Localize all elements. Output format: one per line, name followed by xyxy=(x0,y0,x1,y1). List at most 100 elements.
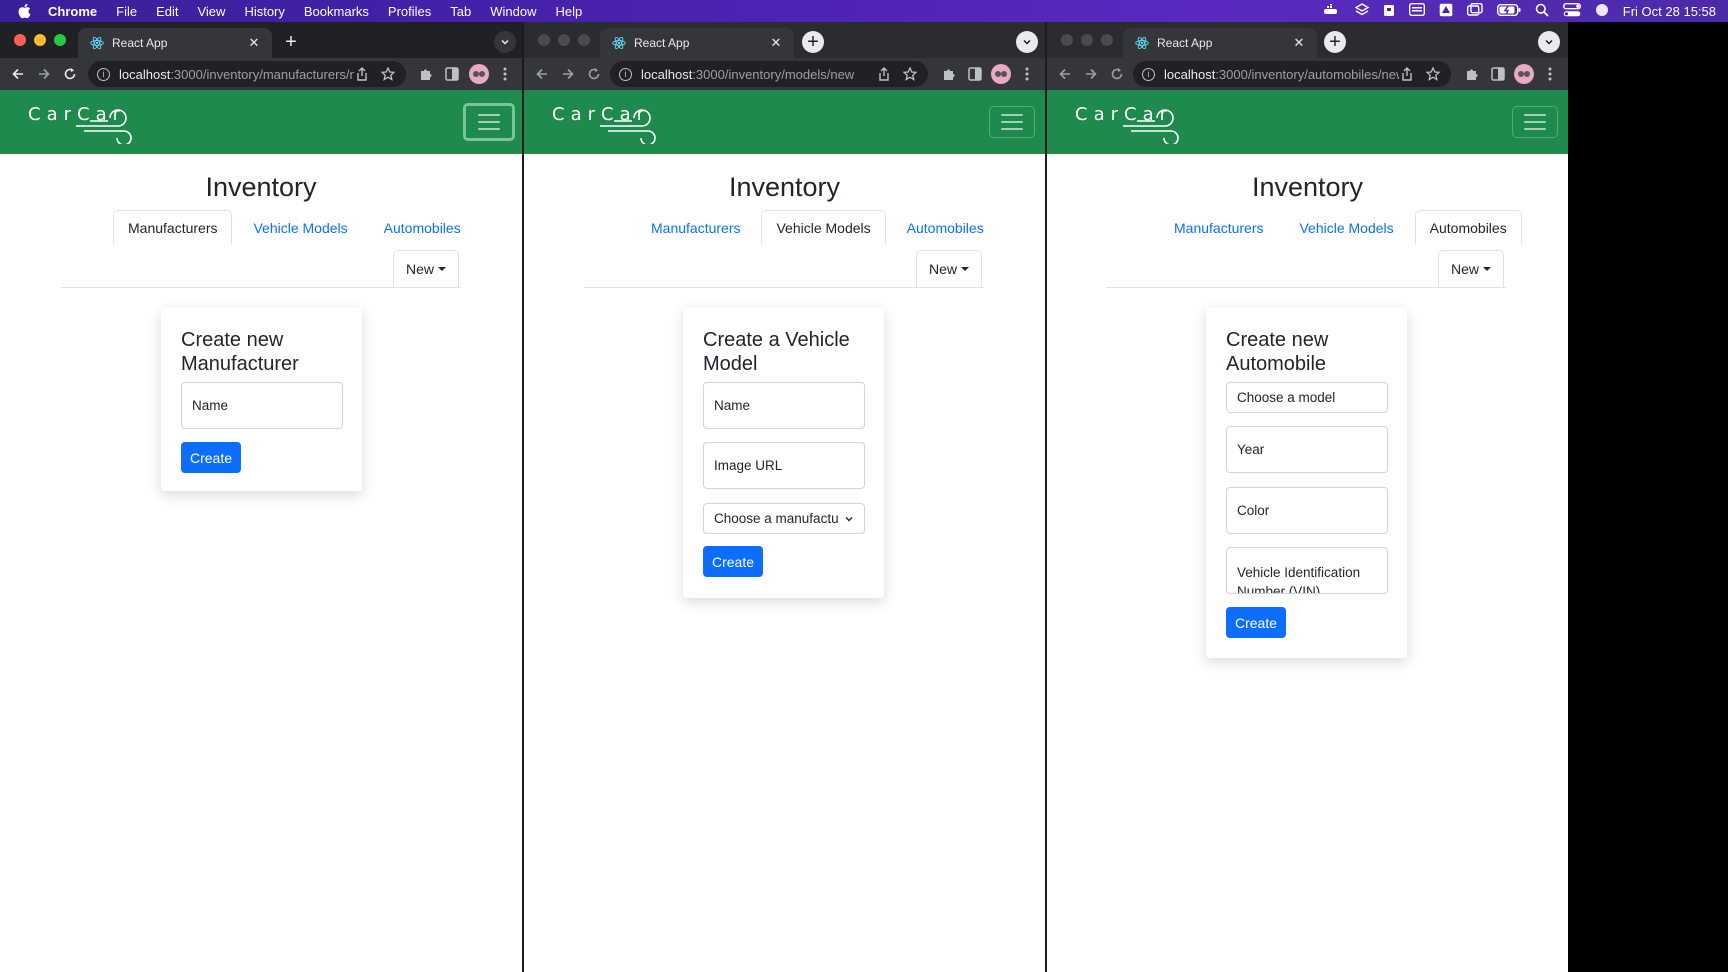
menu-app-chrome[interactable]: Chrome xyxy=(48,4,97,19)
menu-window[interactable]: Window xyxy=(490,4,536,19)
siri-icon[interactable] xyxy=(1595,3,1609,20)
close-tab-icon[interactable]: ✕ xyxy=(768,35,784,51)
chrome-menu-icon[interactable] xyxy=(1542,66,1558,82)
tab-automobiles[interactable]: Automobiles xyxy=(1414,210,1522,245)
profile-avatar[interactable] xyxy=(991,64,1011,84)
reload-icon[interactable] xyxy=(1109,66,1125,82)
create-button[interactable]: Create xyxy=(703,546,763,577)
navbar-toggler-button[interactable] xyxy=(989,106,1035,138)
back-arrow-icon[interactable] xyxy=(534,66,550,82)
side-panel-icon[interactable] xyxy=(967,66,983,82)
new-dropdown-button[interactable]: New xyxy=(916,250,982,287)
url-text[interactable]: localhost:3000/inventory/models/new xyxy=(641,67,876,82)
image-url-input[interactable]: Image URL xyxy=(703,442,865,489)
menu-tab[interactable]: Tab xyxy=(450,4,471,19)
layers-icon[interactable] xyxy=(1354,2,1370,20)
tab-manufacturers[interactable]: Manufacturers xyxy=(1159,210,1278,245)
carcar-logo[interactable]: CarCar xyxy=(1075,100,1185,144)
url-text[interactable]: localhost:3000/inventory/manufacturers/n… xyxy=(119,67,354,82)
side-panel-icon[interactable] xyxy=(444,66,460,82)
menu-bookmarks[interactable]: Bookmarks xyxy=(304,4,369,19)
address-bar[interactable]: i localhost:3000/inventory/models/new xyxy=(610,61,928,87)
chrome-menu-icon[interactable] xyxy=(497,66,513,82)
tab-search-button[interactable] xyxy=(1538,31,1560,53)
bookmark-star-icon[interactable] xyxy=(1425,66,1441,82)
back-arrow-icon[interactable] xyxy=(1057,66,1073,82)
tab-automobiles[interactable]: Automobiles xyxy=(369,210,476,245)
menu-profiles[interactable]: Profiles xyxy=(388,4,431,19)
spotlight-search-icon[interactable] xyxy=(1535,3,1549,20)
close-tab-icon[interactable]: ✕ xyxy=(1291,35,1307,51)
browser-tab[interactable]: React App ✕ xyxy=(78,28,272,58)
control-center-icon[interactable] xyxy=(1562,2,1581,20)
tab-vehicle-models[interactable]: Vehicle Models xyxy=(1284,210,1408,245)
close-window-button[interactable] xyxy=(538,34,550,46)
side-panel-icon[interactable] xyxy=(1490,66,1506,82)
clipboard-icon[interactable] xyxy=(1383,3,1395,20)
tab-vehicle-models[interactable]: Vehicle Models xyxy=(761,210,886,245)
zoom-window-button[interactable] xyxy=(1101,34,1113,46)
mirroring-icon[interactable] xyxy=(1466,2,1483,19)
manufacturer-select[interactable]: Choose a manufactu xyxy=(703,503,865,534)
vin-input[interactable]: Vehicle Identification Number (VIN) xyxy=(1226,547,1388,594)
close-window-button[interactable] xyxy=(1061,34,1073,46)
browser-tab[interactable]: React App ✕ xyxy=(600,28,794,58)
create-button[interactable]: Create xyxy=(181,442,241,473)
tab-manufacturers[interactable]: Manufacturers xyxy=(113,210,233,245)
share-icon[interactable] xyxy=(876,66,892,82)
chrome-menu-icon[interactable] xyxy=(1019,66,1035,82)
close-tab-icon[interactable]: ✕ xyxy=(246,35,262,51)
minimize-window-button[interactable] xyxy=(558,34,570,46)
calendar-icon[interactable] xyxy=(1408,2,1425,19)
navbar-toggler-button[interactable] xyxy=(463,103,515,141)
forward-arrow-icon[interactable] xyxy=(36,66,52,82)
menu-file[interactable]: File xyxy=(116,4,137,19)
reload-icon[interactable] xyxy=(62,66,78,82)
tab-manufacturers[interactable]: Manufacturers xyxy=(636,210,755,245)
zoom-window-button[interactable] xyxy=(54,34,66,46)
new-dropdown-button[interactable]: New xyxy=(1438,250,1504,287)
site-info-icon[interactable]: i xyxy=(97,67,110,81)
zoom-window-button[interactable] xyxy=(578,34,590,46)
new-tab-button[interactable]: + xyxy=(280,31,302,53)
profile-avatar[interactable] xyxy=(1514,64,1534,84)
battery-icon[interactable] xyxy=(1496,3,1521,19)
extensions-icon[interactable] xyxy=(1464,66,1480,82)
close-window-button[interactable] xyxy=(14,34,26,46)
back-arrow-icon[interactable] xyxy=(10,66,26,82)
site-info-icon[interactable]: i xyxy=(1142,67,1155,81)
menu-edit[interactable]: Edit xyxy=(156,4,178,19)
name-input[interactable]: Name xyxy=(703,382,865,429)
create-button[interactable]: Create xyxy=(1226,607,1286,638)
share-icon[interactable] xyxy=(354,66,370,82)
navbar-toggler-button[interactable] xyxy=(1512,106,1558,138)
new-dropdown-button[interactable]: New xyxy=(393,250,459,287)
tab-search-button[interactable] xyxy=(494,31,516,53)
bookmark-star-icon[interactable] xyxy=(902,66,918,82)
extensions-icon[interactable] xyxy=(941,66,957,82)
name-input[interactable]: Name xyxy=(181,382,343,429)
tab-search-button[interactable] xyxy=(1016,31,1038,53)
new-tab-button[interactable]: + xyxy=(1324,31,1346,53)
menubar-clock[interactable]: Fri Oct 28 15:58 xyxy=(1623,4,1716,19)
forward-arrow-icon[interactable] xyxy=(560,66,576,82)
url-text[interactable]: localhost:3000/inventory/automobiles/new xyxy=(1164,67,1399,82)
minimize-window-button[interactable] xyxy=(34,34,46,46)
docker-icon[interactable] xyxy=(1323,3,1341,19)
profile-avatar[interactable] xyxy=(469,64,489,84)
site-info-icon[interactable]: i xyxy=(619,67,632,81)
browser-tab[interactable]: React App ✕ xyxy=(1123,28,1317,58)
carcar-logo[interactable]: CarCar xyxy=(28,100,138,144)
apple-icon[interactable] xyxy=(16,3,32,19)
new-tab-button[interactable]: + xyxy=(802,31,824,53)
menu-view[interactable]: View xyxy=(197,4,225,19)
tab-automobiles[interactable]: Automobiles xyxy=(892,210,999,245)
minimize-window-button[interactable] xyxy=(1081,34,1093,46)
menu-help[interactable]: Help xyxy=(556,4,583,19)
year-input[interactable]: Year xyxy=(1226,426,1388,473)
model-select[interactable]: Choose a model xyxy=(1226,382,1388,413)
tab-vehicle-models[interactable]: Vehicle Models xyxy=(238,210,362,245)
menu-history[interactable]: History xyxy=(244,4,284,19)
reload-icon[interactable] xyxy=(586,66,602,82)
forward-arrow-icon[interactable] xyxy=(1083,66,1099,82)
